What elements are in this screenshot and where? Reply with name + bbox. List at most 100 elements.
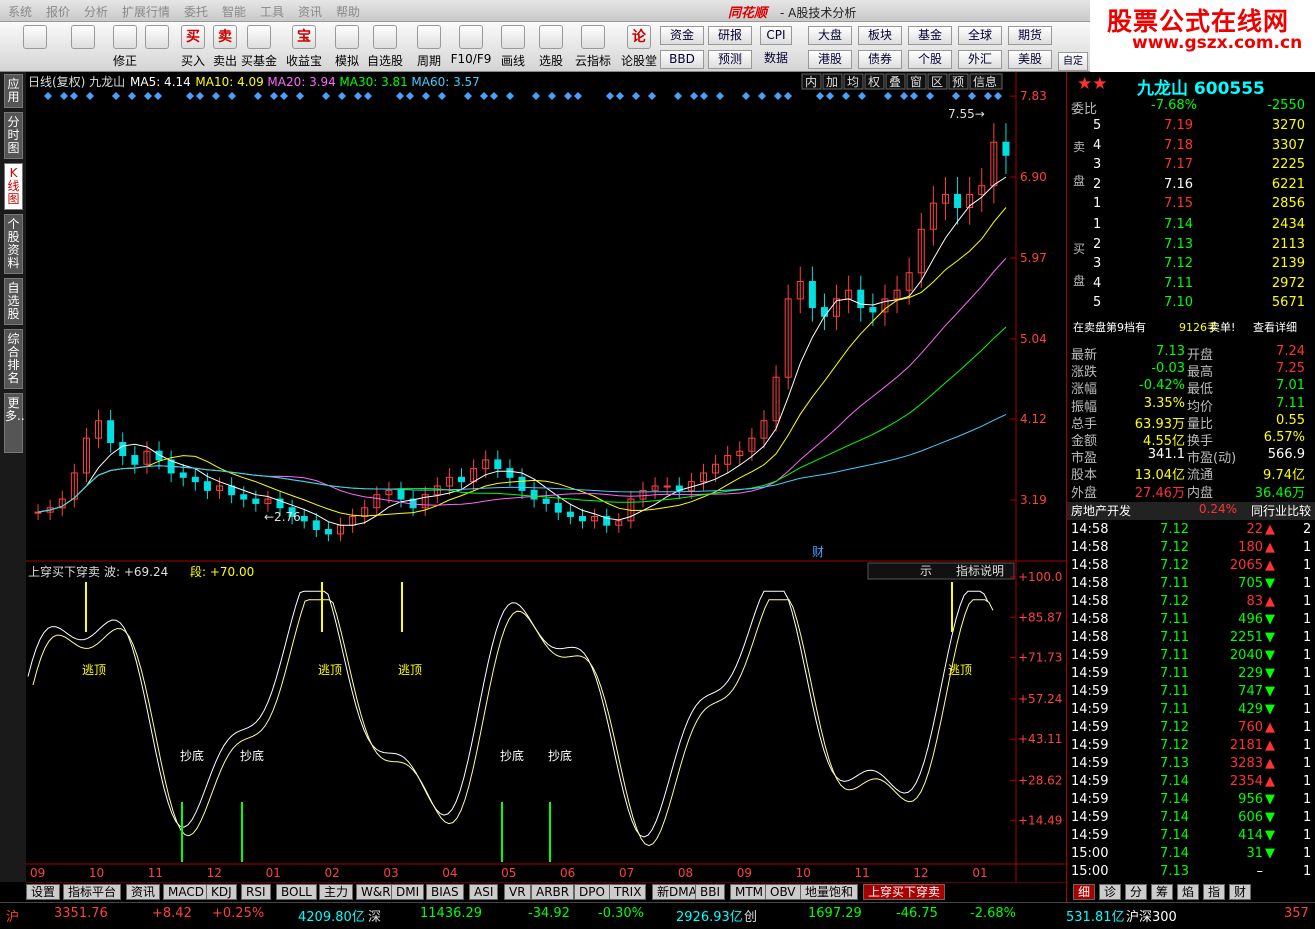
menu-item[interactable]: 报价 — [46, 3, 70, 20]
toolbar-small-button[interactable]: 债券 — [858, 50, 902, 69]
left-tab[interactable]: 分时图 — [4, 112, 23, 159]
tick-volume: 414 — [1238, 828, 1263, 843]
chart-tool-button[interactable]: 加 — [822, 73, 843, 90]
toolbar-button[interactable] — [14, 25, 56, 69]
bottom-buy-label: 抄底 — [500, 748, 524, 763]
indicator-tab[interactable]: BOLL — [276, 884, 317, 900]
menu-item[interactable]: 智能 — [222, 3, 246, 20]
signal-diamond — [816, 92, 824, 100]
toolbar-small-button[interactable]: 个股 — [908, 50, 952, 69]
chart-tool-button[interactable]: 均 — [843, 73, 864, 90]
menu-item[interactable]: 分析 — [84, 3, 108, 20]
indicator-tab[interactable]: 上穿买下穿卖 — [863, 884, 946, 900]
indicator-tab[interactable]: DMI — [391, 884, 425, 900]
indicator-tab[interactable]: W&R — [356, 884, 396, 900]
toolbar-button[interactable]: F10/F9 — [450, 25, 492, 69]
toolbar-button[interactable]: 云指标 — [572, 25, 614, 69]
candle — [131, 445, 139, 474]
toolbar-small-button[interactable]: 预测 — [708, 50, 752, 69]
quote-tab[interactable]: 筹 — [1151, 884, 1174, 900]
toolbar-small-button[interactable]: BBD — [660, 50, 704, 69]
quote-tab[interactable]: 细 — [1073, 884, 1096, 900]
indicator-tab[interactable]: 设置 — [26, 884, 61, 900]
indicator-tab[interactable]: ASI — [469, 884, 499, 900]
toolbar-button[interactable]: 论论股堂 — [618, 25, 660, 69]
indicator-tab[interactable]: DPO — [574, 884, 610, 900]
kline-chart-area[interactable]: 日线(复权) 九龙山 MA5: 4.14 MA10: 4.09 MA20: 3.94 M… — [26, 72, 1066, 882]
tick-time: 14:58 — [1071, 612, 1109, 627]
toolbar-small-button[interactable]: CPI — [760, 26, 792, 45]
indicator-tab[interactable]: 资讯 — [126, 884, 161, 900]
notice-text: 在卖盘第9档有 — [1073, 321, 1146, 334]
quote-tab[interactable]: 诊 — [1099, 884, 1122, 900]
menu-item[interactable]: 工具 — [260, 3, 284, 20]
toolbar-small-button[interactable]: 大盘 — [808, 26, 852, 45]
chart-tool-button[interactable]: 内 — [801, 73, 822, 90]
toolbar-button[interactable]: 买基金 — [238, 25, 280, 69]
month-label: 10 — [796, 866, 811, 880]
toolbar-small-button[interactable]: 外汇 — [958, 50, 1002, 69]
toolbar-small-button[interactable]: 板块 — [858, 26, 902, 45]
indicator-tab[interactable]: MTM — [730, 884, 769, 900]
indicator-tab[interactable]: ARBR — [531, 884, 575, 900]
chart-tool-button[interactable]: 信息 — [969, 73, 1003, 90]
toolbar-small-button[interactable]: 基金 — [908, 26, 952, 45]
indicator-tab[interactable]: MACD — [163, 884, 209, 900]
indicator-tab[interactable]: OBV — [765, 884, 801, 900]
toolbar-button[interactable]: 画线 — [492, 25, 534, 69]
indicator-tab[interactable]: TRIX — [609, 884, 647, 900]
signal-diamond — [354, 92, 362, 100]
left-tab[interactable]: 应用 — [4, 74, 23, 108]
indicator-tab[interactable]: 指标平台 — [63, 884, 122, 900]
menu-item[interactable]: 委托 — [184, 3, 208, 20]
toolbar-label: 模拟 — [334, 54, 359, 68]
quote-tab[interactable]: 指 — [1203, 884, 1226, 900]
toolbar-small-button[interactable]: 资金 — [660, 26, 704, 45]
menu-item[interactable]: 资讯 — [298, 3, 322, 20]
toolbar-button[interactable]: 模拟 — [326, 25, 368, 69]
toolbar-button[interactable]: 选股 — [530, 25, 572, 69]
toolbar-small-button[interactable]: 研报 — [708, 26, 752, 45]
brand-logo: 同花顺 — [728, 6, 768, 21]
menu-item[interactable]: 扩展行情 — [122, 3, 170, 20]
left-tab[interactable]: 个股资料 — [4, 214, 23, 274]
left-tab[interactable]: K线图 — [4, 163, 23, 210]
menu-item[interactable]: 系统 — [8, 3, 32, 20]
left-tab[interactable]: 综合排名 — [4, 329, 23, 389]
toolbar-small-button[interactable]: 港股 — [808, 50, 852, 69]
chart-svg[interactable]: 日线(复权) 九龙山 MA5: 4.14 MA10: 4.09 MA20: 3.94 M… — [26, 72, 1066, 882]
custom-button[interactable]: 自定义 — [1058, 52, 1088, 84]
quote-tab[interactable]: 财 — [1229, 884, 1252, 900]
toolbar-small-button[interactable]: 全球 — [958, 26, 1002, 45]
toolbar-button[interactable]: 宝收益宝 — [283, 25, 325, 69]
chart-tool-button[interactable]: 窗 — [906, 73, 927, 90]
toolbar-small-button[interactable]: 期货 — [1008, 26, 1052, 45]
left-tab[interactable]: 更多.. — [4, 393, 25, 453]
chart-tool-button[interactable]: 叠 — [885, 73, 906, 90]
left-tab[interactable]: 自选股 — [4, 278, 23, 325]
chart-tool-button[interactable]: 预 — [948, 73, 969, 90]
price-tick-label: 7.83 — [1020, 89, 1047, 103]
toolbar-small-button[interactable]: 美股 — [1008, 50, 1052, 69]
indicator-tab[interactable]: BIAS — [426, 884, 464, 900]
chart-tool-button[interactable]: 区 — [927, 73, 948, 90]
indicator-tab[interactable]: RSI — [241, 884, 271, 900]
toolbar-button[interactable]: 自选股 — [364, 25, 406, 69]
toolbar-button[interactable] — [62, 25, 104, 69]
peer-compare-link[interactable]: 同行业比较 — [1251, 502, 1311, 519]
indicator-tab[interactable]: VR — [504, 884, 531, 900]
menu-item[interactable]: 帮助 — [336, 3, 360, 20]
tick-time: 15:00 — [1071, 846, 1109, 861]
notice-detail-link[interactable]: 查看详细 — [1253, 319, 1297, 335]
chart-tool-button[interactable]: 权 — [864, 73, 885, 90]
toolbar-button[interactable]: 周期 — [408, 25, 450, 69]
toolbar-small-button[interactable]: 数据 — [756, 50, 796, 69]
indicator-desc-button[interactable]: 示 指标说明 — [867, 562, 1015, 580]
quote-tab[interactable]: 焰 — [1177, 884, 1200, 900]
indicator-tab[interactable]: 主力 — [319, 884, 354, 900]
indicator-tab[interactable]: 地量饱和 — [800, 884, 859, 900]
finance-marker[interactable]: 财 — [812, 545, 824, 559]
indicator-tab[interactable]: BBI — [695, 884, 726, 900]
quote-tab[interactable]: 分 — [1125, 884, 1148, 900]
indicator-tab[interactable]: KDJ — [206, 884, 237, 900]
